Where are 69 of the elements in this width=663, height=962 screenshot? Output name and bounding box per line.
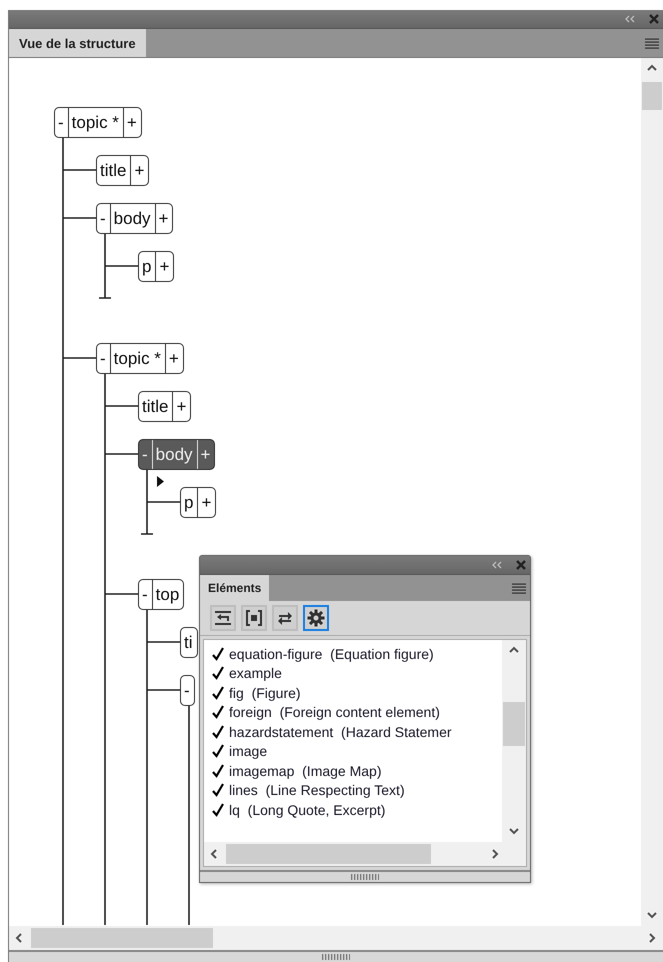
toolbar-button[interactable] — [241, 605, 267, 631]
element-label: p — [141, 256, 152, 278]
list-item[interactable]: imagemap (Image Map) — [229, 762, 382, 779]
close-icon[interactable] — [649, 14, 659, 24]
toolbar-button[interactable] — [272, 605, 298, 631]
element-node[interactable]: p + — [180, 487, 216, 518]
triangle-marker-icon — [157, 476, 164, 487]
scroll-thumb[interactable] — [31, 928, 213, 948]
menu-icon[interactable] — [512, 582, 526, 594]
list-item[interactable]: example — [229, 665, 282, 682]
element-node[interactable]: ti — [180, 627, 198, 658]
add-button[interactable]: + — [155, 252, 174, 281]
list-item[interactable]: fig (Figure) — [229, 684, 301, 701]
element-node[interactable]: - body + — [96, 203, 174, 234]
element-label: body — [110, 204, 155, 233]
collapse-button[interactable]: - — [97, 344, 110, 373]
list-item[interactable]: image — [229, 743, 268, 760]
element-label: p — [183, 492, 194, 514]
resize-grip-icon[interactable] — [351, 874, 379, 880]
collapse-button[interactable]: - — [139, 580, 152, 609]
collapse-button[interactable]: - — [55, 108, 68, 137]
collapse-button[interactable]: - — [181, 676, 194, 705]
vertical-scrollbar[interactable] — [641, 58, 663, 926]
horizontal-scrollbar[interactable] — [204, 842, 526, 866]
bracketed-square-icon — [245, 609, 263, 627]
element-node[interactable]: - topic * + — [96, 343, 184, 374]
collapse-icon[interactable] — [625, 15, 635, 23]
element-label: topic * — [68, 108, 123, 137]
add-button[interactable]: + — [130, 156, 148, 185]
list-item[interactable]: lines (Line Respecting Text) — [229, 782, 405, 798]
add-button[interactable]: + — [196, 440, 214, 469]
add-button[interactable]: + — [122, 108, 141, 137]
horizontal-scrollbar[interactable] — [9, 926, 663, 950]
element-node[interactable]: title + — [96, 155, 150, 186]
element-label: top — [152, 580, 184, 609]
close-icon[interactable] — [516, 560, 526, 570]
element-node[interactable]: p + — [138, 251, 174, 282]
list-item[interactable]: lq (Long Quote, Excerpt) — [229, 802, 386, 818]
scroll-thumb[interactable] — [503, 702, 525, 746]
collapse-icon[interactable] — [492, 561, 502, 569]
menu-icon[interactable] — [645, 38, 659, 48]
scroll-thumb[interactable] — [226, 844, 431, 864]
scroll-thumb[interactable] — [642, 82, 662, 110]
element-node[interactable]: - topic * + — [54, 107, 142, 138]
element-node[interactable]: title + — [138, 391, 192, 422]
element-label: topic * — [110, 344, 165, 373]
add-button[interactable]: + — [197, 488, 216, 517]
arrow-between-lines-icon — [214, 609, 232, 627]
element-node[interactable]: - body + — [138, 439, 216, 470]
list-item[interactable]: hazardstatement (Hazard Statemer — [229, 724, 452, 740]
resize-grip-icon[interactable] — [322, 954, 350, 960]
panel-tab[interactable]: Eléments — [200, 575, 270, 601]
collapse-button[interactable]: - — [97, 204, 110, 233]
vertical-scrollbar[interactable] — [502, 640, 526, 842]
toolbar-button[interactable] — [210, 605, 236, 631]
list-item[interactable]: equation-figure (Equation figure) — [229, 646, 434, 662]
element-label: title — [99, 160, 128, 182]
toolbar-button[interactable] — [303, 605, 329, 631]
element-label: body — [152, 440, 197, 469]
list-item[interactable]: foreign (Foreign content element) — [229, 704, 440, 720]
element-node[interactable]: - top — [138, 579, 184, 610]
collapse-button[interactable]: - — [139, 440, 152, 469]
element-label: title — [141, 396, 170, 418]
swap-arrows-icon — [276, 609, 294, 627]
add-button[interactable]: + — [154, 204, 172, 233]
gear-icon — [307, 609, 325, 627]
add-button[interactable]: + — [172, 392, 190, 421]
add-button[interactable]: + — [164, 344, 183, 373]
panel-tab[interactable]: Vue de la structure — [9, 29, 146, 57]
